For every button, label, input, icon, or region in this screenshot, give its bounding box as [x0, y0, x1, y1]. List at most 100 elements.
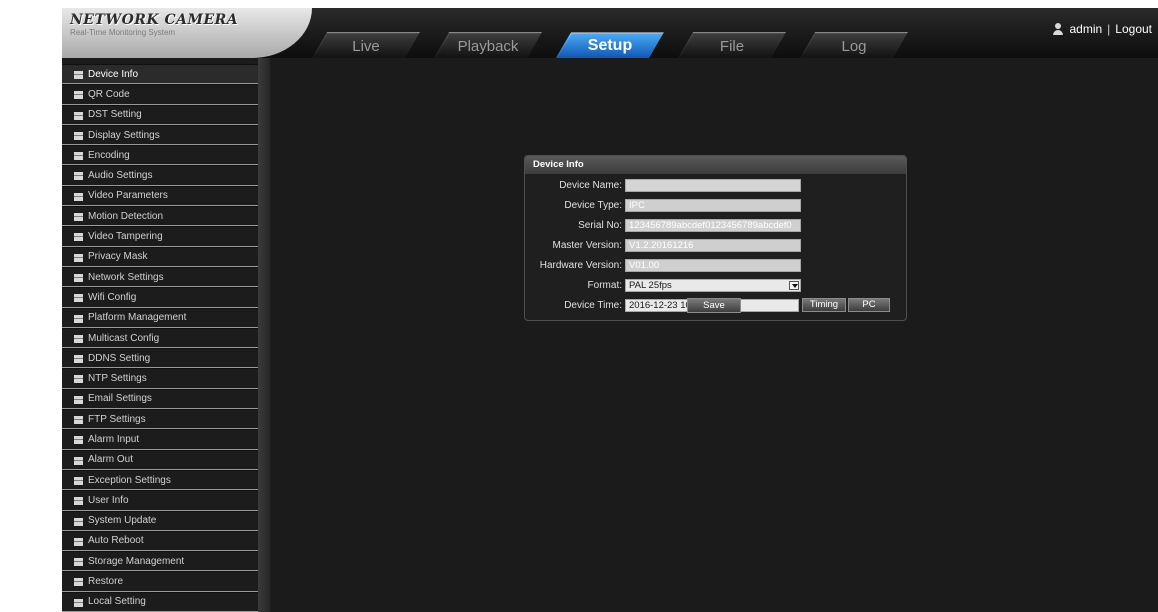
document-icon [74, 334, 83, 343]
sidebar-item-video-parameters[interactable]: Video Parameters [62, 185, 258, 207]
chevron-down-icon[interactable] [789, 280, 799, 290]
tab-live[interactable]: Live [312, 32, 420, 58]
sidebar-item-label: FTP Settings [88, 413, 146, 425]
document-icon [74, 476, 83, 485]
sidebar-item-label: NTP Settings [88, 373, 147, 385]
sidebar-item-alarm-out[interactable]: Alarm Out [62, 449, 258, 470]
sidebar-item-label: DDNS Setting [88, 352, 151, 364]
document-icon [74, 416, 83, 425]
logo: NETWORK CAMERA Real-Time Monitoring Syst… [62, 8, 312, 58]
sidebar-item-encoding[interactable]: Encoding [62, 145, 258, 166]
sidebar-item-label: Alarm Out [88, 454, 134, 466]
device-type-row: Device Type: IPC [525, 198, 908, 212]
header-bar: NETWORK CAMERA Real-Time Monitoring Syst… [62, 8, 1158, 58]
app-root: NETWORK CAMERA Real-Time Monitoring Syst… [0, 0, 1158, 612]
master-version-field: V1.2.20161216 [625, 238, 801, 252]
document-icon [74, 497, 83, 506]
sidebar-item-user-info[interactable]: User Info [62, 490, 258, 511]
sidebar-item-audio-settings[interactable]: Audio Settings [62, 165, 258, 186]
sidebar-item-email-settings[interactable]: Email Settings [62, 388, 258, 410]
sidebar-item-storage-management[interactable]: Storage Management [62, 551, 258, 572]
document-icon [74, 172, 83, 181]
tab-label: Live [352, 38, 380, 55]
sidebar-item-ntp-settings[interactable]: NTP Settings [62, 368, 258, 389]
sidebar-item-label: Privacy Mask [88, 251, 148, 263]
sidebar-item-label: DST Setting [88, 109, 142, 121]
sidebar-item-auto-reboot[interactable]: Auto Reboot [62, 530, 258, 552]
sidebar-item-label: Local Setting [88, 596, 146, 608]
sidebar: Device Info QR Code DST Setting Display … [62, 58, 258, 612]
sidebar-item-device-info[interactable]: Device Info [62, 64, 258, 85]
tab-log[interactable]: Log [800, 32, 908, 58]
user-icon [1052, 23, 1064, 35]
device-name-label: Device Name: [559, 179, 622, 191]
username: admin [1069, 22, 1103, 36]
sidebar-item-ftp-settings[interactable]: FTP Settings [62, 409, 258, 430]
document-icon [74, 111, 83, 120]
sidebar-item-privacy-mask[interactable]: Privacy Mask [62, 246, 258, 267]
document-icon [74, 578, 83, 587]
tab-playback[interactable]: Playback [434, 32, 542, 58]
sidebar-item-label: Auto Reboot [88, 535, 144, 547]
sidebar-item-label: Alarm Input [88, 433, 140, 445]
pc-button[interactable]: PC [848, 298, 890, 312]
tab-label: Playback [457, 38, 519, 55]
save-button[interactable]: Save [687, 298, 741, 313]
document-icon [74, 253, 83, 262]
sidebar-item-label: System Update [88, 515, 157, 527]
document-icon [74, 294, 83, 303]
sidebar-item-platform-management[interactable]: Platform Management [62, 307, 258, 328]
sidebar-item-wifi-config[interactable]: Wifi Config [62, 287, 258, 308]
sidebar-item-label: Encoding [88, 149, 130, 161]
serial-no-field: 123456789abcdef0123456789abcdef0 [625, 218, 801, 232]
master-version-label: Master Version: [552, 239, 622, 251]
sidebar-item-multicast-config[interactable]: Multicast Config [62, 327, 258, 349]
hardware-version-row: Hardware Version: V01.00 [525, 258, 908, 272]
tab-setup[interactable]: Setup [556, 32, 664, 58]
sidebar-item-video-tampering[interactable]: Video Tampering [62, 226, 258, 247]
sidebar-item-label: Exception Settings [88, 474, 171, 486]
tab-label: Setup [587, 37, 633, 54]
sidebar-item-dst-setting[interactable]: DST Setting [62, 104, 258, 125]
document-icon [74, 233, 83, 242]
tab-file[interactable]: File [678, 32, 786, 58]
sidebar-item-label: Video Parameters [88, 190, 168, 202]
device-name-row: Device Name: [525, 178, 908, 192]
logout-link[interactable]: Logout [1115, 22, 1152, 36]
device-time-label: Device Time: [564, 299, 622, 311]
format-select[interactable]: PAL 25fps [625, 278, 801, 292]
sidebar-item-label: Multicast Config [88, 332, 160, 344]
main-content [270, 58, 1158, 612]
sidebar-item-label: Network Settings [88, 271, 164, 283]
sidebar-item-motion-detection[interactable]: Motion Detection [62, 206, 258, 227]
document-icon [74, 436, 83, 445]
sidebar-item-alarm-input[interactable]: Alarm Input [62, 429, 258, 450]
sidebar-item-restore[interactable]: Restore [62, 571, 258, 592]
sidebar-item-display-settings[interactable]: Display Settings [62, 124, 258, 146]
logo-title: NETWORK CAMERA [70, 12, 239, 28]
sidebar-item-label: User Info [88, 494, 129, 506]
sidebar-item-exception-settings[interactable]: Exception Settings [62, 469, 258, 491]
device-name-field[interactable] [625, 178, 801, 192]
sidebar-item-label: Storage Management [88, 555, 185, 567]
tab-label: File [719, 38, 745, 55]
sidebar-item-system-update[interactable]: System Update [62, 510, 258, 531]
document-icon [74, 375, 83, 384]
sidebar-item-network-settings[interactable]: Network Settings [62, 266, 258, 288]
document-icon [74, 91, 83, 100]
document-icon [74, 71, 83, 79]
sidebar-item-qr-code[interactable]: QR Code [62, 84, 258, 105]
serial-no-label: Serial No: [578, 219, 622, 231]
document-icon [74, 456, 83, 465]
sidebar-item-local-setting[interactable]: Local Setting [62, 591, 258, 612]
document-icon [74, 395, 83, 404]
device-info-panel: Device Info Device Name: Device Type: IP… [524, 155, 907, 321]
sidebar-item-label: Device Info [88, 68, 139, 80]
tab-label: Log [841, 38, 867, 55]
sidebar-item-ddns-setting[interactable]: DDNS Setting [62, 348, 258, 369]
document-icon [74, 314, 83, 323]
document-icon [74, 152, 83, 161]
sidebar-item-label: Motion Detection [88, 210, 164, 222]
timing-button[interactable]: Timing [802, 298, 846, 312]
master-version-row: Master Version: V1.2.20161216 [525, 238, 908, 252]
